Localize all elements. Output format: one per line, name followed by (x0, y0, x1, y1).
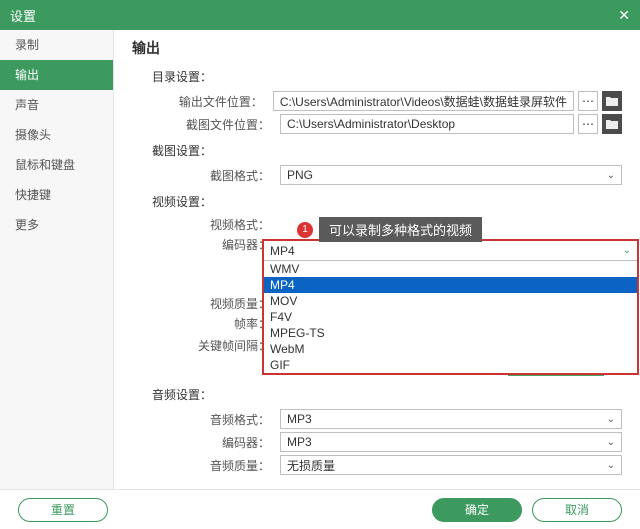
sidebar-item-output[interactable]: 输出 (0, 60, 113, 90)
section-audio-label: 音频设置： (152, 386, 622, 403)
chevron-down-icon: ⌄ (607, 437, 615, 448)
video-format-option[interactable]: MP4 (264, 277, 637, 293)
video-keyframe-label: 关键帧间隔： (132, 337, 280, 354)
close-icon[interactable]: ✕ (618, 7, 630, 24)
output-path-input[interactable]: C:\Users\Administrator\Videos\数据蛙\数据蛙录屏软… (273, 91, 574, 111)
chevron-down-icon: ⌄ (623, 245, 631, 256)
tooltip-text: 可以录制多种格式的视频 (319, 217, 482, 242)
screenshot-path-folder-icon[interactable] (602, 114, 622, 134)
video-format-select-open[interactable]: MP4 ⌄ (264, 241, 637, 261)
screenshot-path-more-button[interactable]: ⋯ (578, 114, 598, 134)
video-format-option[interactable]: WebM (264, 341, 637, 357)
footer: 重置 确定 取消 (0, 489, 640, 529)
sidebar-item-audio[interactable]: 声音 (0, 90, 113, 120)
audio-format-label: 音频格式： (132, 411, 280, 428)
screenshot-format-label: 截图格式： (132, 167, 280, 184)
sidebar-item-camera[interactable]: 摄像头 (0, 120, 113, 150)
sidebar-item-mouse-keyboard[interactable]: 鼠标和键盘 (0, 150, 113, 180)
audio-quality-select[interactable]: 无损质量 ⌄ (280, 455, 622, 475)
section-video-label: 视频设置： (152, 193, 622, 210)
video-format-dropdown[interactable]: MP4 ⌄ WMV MP4 MOV F4V MPEG-TS WebM GIF (262, 239, 639, 375)
output-path-folder-icon[interactable] (602, 91, 622, 111)
audio-encoder-label: 编码器： (132, 434, 280, 451)
sidebar-item-more[interactable]: 更多 (0, 210, 113, 240)
video-quality-label: 视频质量： (132, 295, 280, 312)
tooltip: 1 可以录制多种格式的视频 (297, 217, 482, 242)
section-dir-label: 目录设置： (152, 68, 622, 85)
video-format-label: 视频格式： (132, 216, 280, 233)
audio-format-select[interactable]: MP3 ⌄ (280, 409, 622, 429)
video-encoder-label: 编码器： (132, 236, 280, 253)
audio-quality-label: 音频质量： (132, 457, 280, 474)
sidebar-item-hotkey[interactable]: 快捷键 (0, 180, 113, 210)
ok-button[interactable]: 确定 (432, 498, 522, 522)
video-format-option[interactable]: MPEG-TS (264, 325, 637, 341)
chevron-down-icon: ⌄ (607, 414, 615, 425)
video-format-option[interactable]: F4V (264, 309, 637, 325)
sidebar-item-record[interactable]: 录制 (0, 30, 113, 60)
video-format-option[interactable]: WMV (264, 261, 637, 277)
output-path-label: 输出文件位置： (132, 93, 273, 110)
title-text: 设置 (10, 6, 36, 25)
screenshot-path-input[interactable]: C:\Users\Administrator\Desktop (280, 114, 574, 134)
cancel-button[interactable]: 取消 (532, 498, 622, 522)
reset-button[interactable]: 重置 (18, 498, 108, 522)
video-format-option[interactable]: GIF (264, 357, 637, 373)
chevron-down-icon: ⌄ (607, 460, 615, 471)
output-path-more-button[interactable]: ⋯ (578, 91, 598, 111)
tooltip-number-icon: 1 (297, 222, 313, 238)
video-fps-label: 帧率： (132, 315, 280, 332)
title-bar: 设置 ✕ (0, 0, 640, 30)
section-screenshot-label: 截图设置： (152, 142, 622, 159)
screenshot-path-label: 截图文件位置： (132, 116, 280, 133)
audio-encoder-select[interactable]: MP3 ⌄ (280, 432, 622, 452)
page-heading: 输出 (132, 38, 622, 58)
screenshot-format-select[interactable]: PNG ⌄ (280, 165, 622, 185)
video-format-option[interactable]: MOV (264, 293, 637, 309)
content-output: 输出 目录设置： 输出文件位置： C:\Users\Administrator\… (114, 30, 640, 489)
chevron-down-icon: ⌄ (607, 170, 615, 181)
sidebar: 录制 输出 声音 摄像头 鼠标和键盘 快捷键 更多 (0, 30, 114, 489)
